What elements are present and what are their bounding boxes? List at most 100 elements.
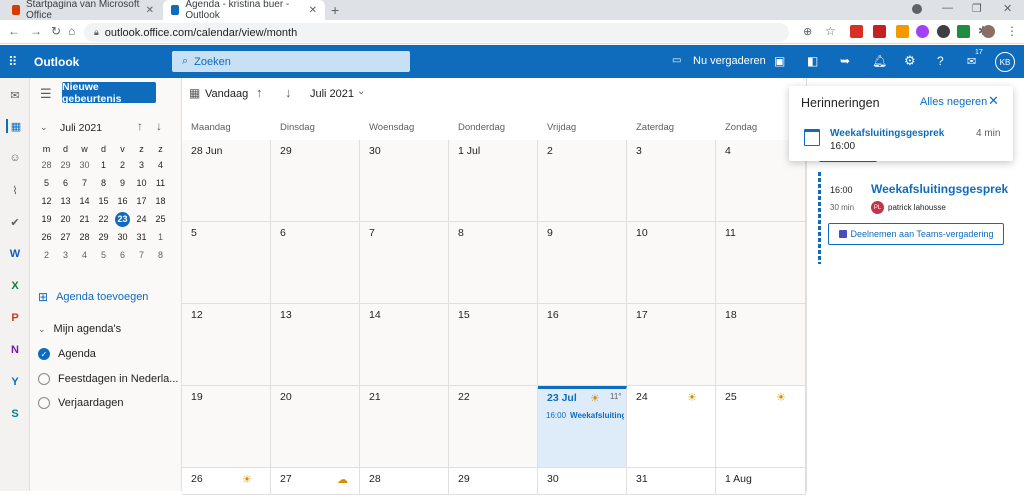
minical-day[interactable]: 6 [56, 174, 75, 192]
minical-day[interactable]: 24 [132, 210, 151, 228]
meet-now-button[interactable]: Nu vergaderen [693, 55, 766, 67]
close-icon[interactable]: ✕ [146, 5, 154, 16]
calendar-day-cell[interactable]: 22 [449, 386, 538, 468]
calendar-day-cell[interactable]: 12 [182, 304, 271, 386]
back-icon[interactable]: ← [8, 24, 20, 38]
calendar-day-cell[interactable]: 13 [271, 304, 360, 386]
calendar-day-cell[interactable]: 16 [538, 304, 627, 386]
avatar[interactable] [982, 25, 995, 38]
drive-icon[interactable] [957, 25, 970, 38]
forward-mail-icon[interactable]: ➥ [840, 54, 850, 68]
cloud-sun-icon[interactable]: ☁ [337, 473, 348, 486]
feedback-icon[interactable]: ✉ [967, 55, 976, 68]
calendar-day-cell[interactable]: 15 [449, 304, 538, 386]
sway-icon[interactable]: S [6, 407, 24, 421]
minical-day[interactable]: 1 [94, 156, 113, 174]
reload-icon[interactable]: ↻ [51, 24, 61, 38]
minical-day[interactable]: 14 [75, 192, 94, 210]
minical-day[interactable]: 16 [113, 192, 132, 210]
new-tab-icon[interactable]: + [331, 2, 339, 18]
sun-icon[interactable]: ☀ [242, 473, 252, 486]
minical-day[interactable]: 29 [94, 228, 113, 246]
minical-day[interactable]: 20 [56, 210, 75, 228]
calendar-day-cell[interactable]: 11 [716, 222, 806, 304]
calendar-day-cell[interactable]: 20 [271, 386, 360, 468]
close-icon[interactable]: ✕ [309, 5, 317, 16]
minical-day[interactable]: 11 [151, 174, 170, 192]
browser-tab-office[interactable]: Startpagina van Microsoft Office ✕ [4, 0, 162, 21]
todo-icon[interactable]: ✔ [6, 215, 24, 229]
minical-day[interactable]: 9 [113, 174, 132, 192]
chevron-down-icon[interactable]: ⌄ [357, 86, 365, 97]
minical-day[interactable]: 2 [113, 156, 132, 174]
app-launcher-icon[interactable]: ⠿ [8, 54, 17, 70]
calendar-day-cell[interactable]: 24 ☀ [627, 386, 716, 468]
calendar-day-cell[interactable]: 2 [538, 140, 627, 222]
minical-day[interactable]: 17 [132, 192, 151, 210]
new-event-button[interactable]: Nieuwe gebeurtenis [62, 81, 156, 105]
minical-day[interactable]: 15 [94, 192, 113, 210]
office-apps-icon[interactable]: ◧ [807, 54, 818, 68]
onenote-icon[interactable]: N [6, 343, 24, 357]
minical-day[interactable]: 18 [151, 192, 170, 210]
minical-day[interactable]: 12 [37, 192, 56, 210]
forward-icon[interactable]: → [30, 24, 42, 38]
minical-day[interactable]: 23 [113, 210, 132, 228]
calendar-day-cell[interactable]: 9 [538, 222, 627, 304]
minical-day[interactable]: 21 [75, 210, 94, 228]
minical-day[interactable]: 7 [75, 174, 94, 192]
calendar-day-cell[interactable]: 21 [360, 386, 449, 468]
my-calendars-group[interactable]: ⌄ Mijn agenda's [38, 323, 121, 335]
minical-day[interactable]: 3 [56, 246, 75, 264]
people-icon[interactable]: ☺ [6, 151, 24, 165]
event-title[interactable]: Weekafsluitingsgesprek [871, 182, 1008, 196]
minical-day[interactable]: 8 [151, 246, 170, 264]
minical-day[interactable]: 28 [75, 228, 94, 246]
powerpoint-icon[interactable]: P [6, 311, 24, 325]
minical-day[interactable]: 8 [94, 174, 113, 192]
calendar-day-cell[interactable]: 8 [449, 222, 538, 304]
add-calendar-link[interactable]: ⊞ Agenda toevoegen [38, 290, 148, 304]
hamburger-icon[interactable]: ☰ [40, 86, 52, 102]
minical-title[interactable]: Juli 2021 [60, 122, 102, 134]
today-button[interactable]: Vandaag [205, 88, 248, 100]
calendar-day-cell[interactable]: 29 [271, 140, 360, 222]
search-box[interactable]: ⌕ Zoeken [172, 51, 410, 72]
minical-day[interactable]: 5 [94, 246, 113, 264]
calendar-day-cell[interactable]: 30 [360, 140, 449, 222]
teams-icon[interactable]: ▣ [774, 54, 785, 68]
arrow-down-icon[interactable]: ↓ [156, 119, 162, 133]
address-bar[interactable]: 🔒︎ outlook.office.com/calendar/view/mont… [84, 23, 789, 42]
month-label[interactable]: Juli 2021 [310, 88, 354, 100]
event-card[interactable]: 16:00 30 min Weekafsluitingsgesprek PL p… [818, 172, 1014, 264]
sun-icon[interactable]: ☀ [687, 391, 697, 404]
arrow-up-icon[interactable]: ↑ [256, 85, 263, 100]
rss-icon[interactable] [896, 25, 909, 38]
minical-day[interactable]: 31 [132, 228, 151, 246]
word-icon[interactable]: W [6, 247, 24, 261]
dismiss-all-button[interactable]: Alles negeren [920, 96, 987, 108]
minimize-icon[interactable]: — [942, 2, 953, 14]
chevron-down-icon[interactable]: ⌄ [40, 122, 48, 133]
minical-day[interactable]: 30 [75, 156, 94, 174]
excel-icon[interactable]: X [6, 279, 24, 293]
avatar[interactable]: KB [995, 52, 1015, 72]
minical-day[interactable]: 10 [132, 174, 151, 192]
minical-day[interactable]: 26 [37, 228, 56, 246]
minical-day[interactable]: 3 [132, 156, 151, 174]
minical-day[interactable]: 2 [37, 246, 56, 264]
calendar-day-cell[interactable]: 14 [360, 304, 449, 386]
sun-icon[interactable]: ☀ [590, 392, 600, 405]
extension-icon[interactable] [916, 25, 929, 38]
calendar-day-cell[interactable]: 25 ☀ [716, 386, 806, 468]
calendar-icon[interactable]: ▦ [6, 119, 24, 133]
month-event[interactable]: 16:00 Weekafsluiting [546, 411, 624, 420]
arrow-down-icon[interactable]: ↓ [285, 85, 292, 100]
gear-icon[interactable]: ⚙ [904, 53, 916, 69]
calendar-day-cell[interactable]: 23 Jul ☀ 11° 16:00 Weekafsluiting [538, 386, 627, 468]
sun-icon[interactable]: ☀ [776, 391, 786, 404]
reminder-item-title[interactable]: Weekafsluitingsgesprek [830, 128, 944, 139]
minical-day[interactable]: 7 [132, 246, 151, 264]
calendar-day-cell[interactable]: 17 [627, 304, 716, 386]
maximize-icon[interactable]: ❐ [972, 2, 982, 15]
